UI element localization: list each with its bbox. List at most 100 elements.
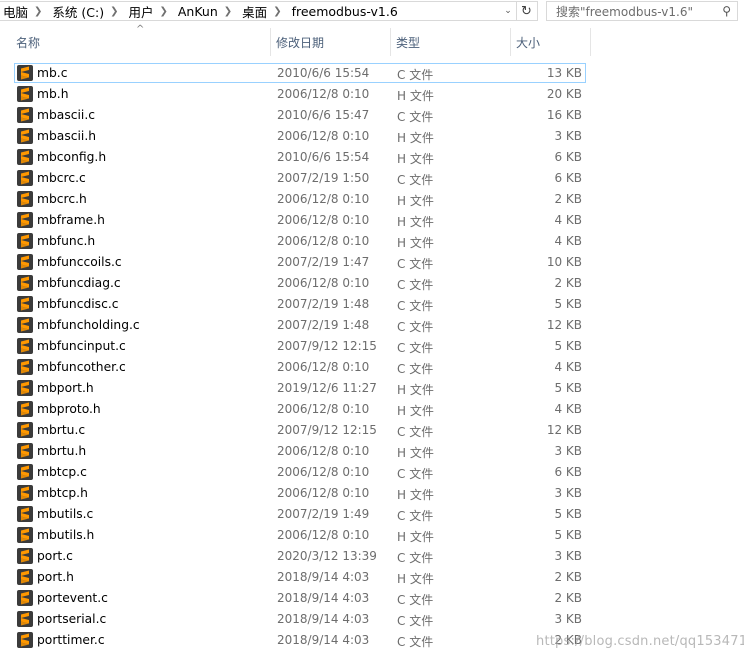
file-name: mbproto.h xyxy=(37,402,101,416)
file-type: H 文件 xyxy=(397,446,434,460)
sublime-text-file-icon xyxy=(17,191,33,207)
file-name: mbutils.h xyxy=(37,528,95,542)
sublime-text-file-icon xyxy=(17,632,33,648)
sublime-text-file-icon xyxy=(17,401,33,417)
sublime-text-file-icon xyxy=(17,254,33,270)
file-row[interactable]: mb.h 2006/12/8 0:10 H 文件 20 KB xyxy=(14,84,586,104)
breadcrumb-current-folder[interactable]: freemodbus-v1.6 xyxy=(288,4,398,19)
file-type: H 文件 xyxy=(397,194,434,208)
file-name: mbfuncdiag.c xyxy=(37,276,121,290)
file-name: portevent.c xyxy=(37,591,108,605)
breadcrumb-this-pc[interactable]: 电脑 xyxy=(0,2,28,21)
file-name: mb.h xyxy=(37,87,69,101)
file-row[interactable]: mbascii.c 2010/6/6 15:47 C 文件 16 KB xyxy=(14,105,586,125)
file-type: C 文件 xyxy=(397,551,434,565)
file-size: 4 KB xyxy=(554,360,582,374)
file-row[interactable]: portserial.c 2018/9/14 4:03 C 文件 3 KB xyxy=(14,609,586,629)
file-name: mbport.h xyxy=(37,381,94,395)
sublime-text-file-icon xyxy=(17,380,33,396)
breadcrumb-drive-c[interactable]: 系统 (C:) xyxy=(48,2,104,21)
file-date-modified: 2006/12/8 0:10 xyxy=(277,486,370,500)
breadcrumb-separator-icon[interactable]: ❯ xyxy=(104,6,124,17)
breadcrumb-desktop[interactable]: 桌面 xyxy=(238,2,267,21)
file-row[interactable]: mbcrc.h 2006/12/8 0:10 H 文件 2 KB xyxy=(14,189,586,209)
file-name: mbutils.c xyxy=(37,507,94,521)
file-row[interactable]: mbframe.h 2006/12/8 0:10 H 文件 4 KB xyxy=(14,210,586,230)
file-type: H 文件 xyxy=(397,488,434,502)
breadcrumb-separator-icon[interactable]: ❯ xyxy=(267,6,287,17)
file-row[interactable]: mbcrc.c 2007/2/19 1:50 C 文件 6 KB xyxy=(14,168,586,188)
file-date-modified: 2006/12/8 0:10 xyxy=(277,402,370,416)
breadcrumb-separator-icon[interactable]: ❯ xyxy=(218,6,238,17)
search-box[interactable]: 搜索"freemodbus-v1.6" ⚲ xyxy=(546,1,738,21)
sublime-text-file-icon xyxy=(17,128,33,144)
refresh-button[interactable]: ↻ xyxy=(516,1,538,21)
breadcrumb-users[interactable]: 用户 xyxy=(124,2,153,21)
file-row[interactable]: mb.c 2010/6/6 15:54 C 文件 13 KB xyxy=(14,63,586,83)
breadcrumb-user[interactable]: AnKun xyxy=(174,4,218,19)
sublime-text-file-icon xyxy=(17,464,33,480)
address-bar[interactable]: 电脑 ❯ 系统 (C:) ❯ 用户 ❯ AnKun ❯ 桌面 ❯ freemod… xyxy=(0,1,517,21)
file-size: 20 KB xyxy=(546,87,582,101)
file-date-modified: 2007/9/12 12:15 xyxy=(277,339,377,353)
file-name: mbconfig.h xyxy=(37,150,107,164)
file-name: mbcrc.c xyxy=(37,171,86,185)
file-type: H 文件 xyxy=(397,131,434,145)
file-row[interactable]: mbfuncother.c 2006/12/8 0:10 C 文件 4 KB xyxy=(14,357,586,377)
sublime-text-file-icon xyxy=(17,443,33,459)
file-row[interactable]: mbconfig.h 2010/6/6 15:54 H 文件 6 KB xyxy=(14,147,586,167)
breadcrumb-separator-icon[interactable]: ❯ xyxy=(28,6,48,17)
file-type: C 文件 xyxy=(397,509,434,523)
file-row[interactable]: mbfunc.h 2006/12/8 0:10 H 文件 4 KB xyxy=(14,231,586,251)
file-date-modified: 2007/2/19 1:48 xyxy=(277,297,370,311)
file-date-modified: 2006/12/8 0:10 xyxy=(277,87,370,101)
file-row[interactable]: mbfuncholding.c 2007/2/19 1:48 C 文件 12 KB xyxy=(14,315,586,335)
file-size: 4 KB xyxy=(554,402,582,416)
column-header-date-modified[interactable]: 修改日期 xyxy=(272,28,391,56)
refresh-icon: ↻ xyxy=(521,3,532,19)
file-name: mbrtu.c xyxy=(37,423,86,437)
file-date-modified: 2018/9/14 4:03 xyxy=(277,591,370,605)
file-row[interactable]: mbfuncinput.c 2007/9/12 12:15 C 文件 5 KB xyxy=(14,336,586,356)
file-row[interactable]: mbutils.h 2006/12/8 0:10 H 文件 5 KB xyxy=(14,525,586,545)
file-row[interactable]: mbtcp.c 2006/12/8 0:10 C 文件 6 KB xyxy=(14,462,586,482)
breadcrumb-separator-icon[interactable]: ❯ xyxy=(153,6,173,17)
file-row[interactable]: mbfunccoils.c 2007/2/19 1:47 C 文件 10 KB xyxy=(14,252,586,272)
file-type: C 文件 xyxy=(397,68,434,82)
file-row[interactable]: port.h 2018/9/14 4:03 H 文件 2 KB xyxy=(14,567,586,587)
file-date-modified: 2007/2/19 1:50 xyxy=(277,171,370,185)
column-header-size[interactable]: 大小 xyxy=(512,28,591,56)
file-type: H 文件 xyxy=(397,236,434,250)
sublime-text-file-icon xyxy=(17,65,33,81)
column-header-row: ^ 名称 修改日期 类型 大小 xyxy=(0,24,591,56)
file-size: 16 KB xyxy=(546,108,582,122)
file-type: C 文件 xyxy=(397,173,434,187)
file-name: mb.c xyxy=(37,66,68,80)
file-name: portserial.c xyxy=(37,612,107,626)
file-row[interactable]: mbtcp.h 2006/12/8 0:10 H 文件 3 KB xyxy=(14,483,586,503)
file-row[interactable]: mbfuncdisc.c 2007/2/19 1:48 C 文件 5 KB xyxy=(14,294,586,314)
file-row[interactable]: mbfuncdiag.c 2006/12/8 0:10 C 文件 2 KB xyxy=(14,273,586,293)
file-row[interactable]: mbrtu.c 2007/9/12 12:15 C 文件 12 KB xyxy=(14,420,586,440)
search-placeholder: 搜索"freemodbus-v1.6" xyxy=(556,4,694,19)
file-type: C 文件 xyxy=(397,257,434,271)
file-date-modified: 2006/12/8 0:10 xyxy=(277,213,370,227)
sublime-text-file-icon xyxy=(17,611,33,627)
file-row[interactable]: portevent.c 2018/9/14 4:03 C 文件 2 KB xyxy=(14,588,586,608)
file-row[interactable]: mbrtu.h 2006/12/8 0:10 H 文件 3 KB xyxy=(14,441,586,461)
file-row[interactable]: mbproto.h 2006/12/8 0:10 H 文件 4 KB xyxy=(14,399,586,419)
file-name: mbascii.h xyxy=(37,129,97,143)
file-row[interactable]: mbport.h 2019/12/6 11:27 H 文件 5 KB xyxy=(14,378,586,398)
file-type: C 文件 xyxy=(397,635,434,649)
file-row[interactable]: mbutils.c 2007/2/19 1:49 C 文件 5 KB xyxy=(14,504,586,524)
file-type: C 文件 xyxy=(397,341,434,355)
file-size: 13 KB xyxy=(546,66,582,80)
file-row[interactable]: porttimer.c 2018/9/14 4:03 C 文件 2 KB xyxy=(14,630,586,650)
column-header-name[interactable]: 名称 xyxy=(12,28,271,56)
file-size: 2 KB xyxy=(554,570,582,584)
column-header-type[interactable]: 类型 xyxy=(392,28,511,56)
address-history-dropdown-icon[interactable]: ⌄ xyxy=(500,6,516,16)
file-row[interactable]: port.c 2020/3/12 13:39 C 文件 3 KB xyxy=(14,546,586,566)
file-size: 12 KB xyxy=(546,423,582,437)
file-row[interactable]: mbascii.h 2006/12/8 0:10 H 文件 3 KB xyxy=(14,126,586,146)
